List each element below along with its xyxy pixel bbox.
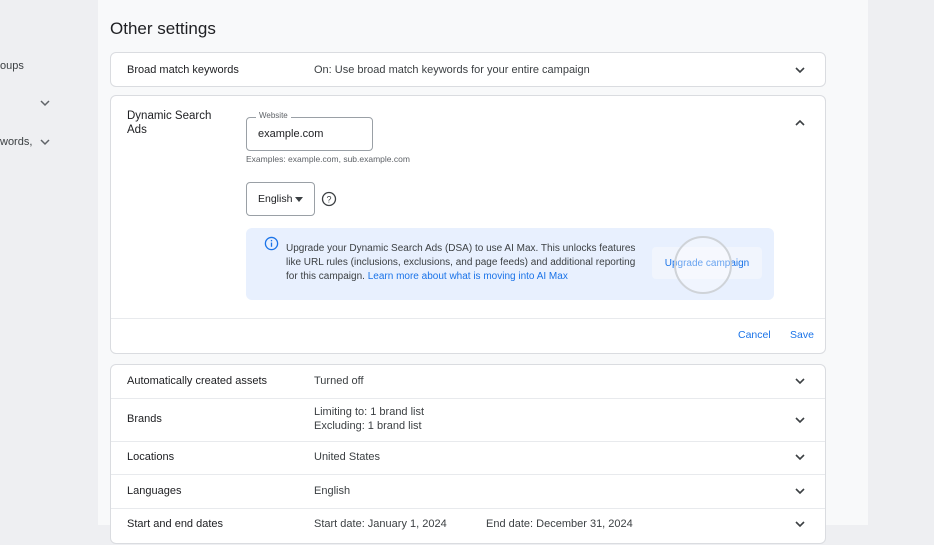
chevron-down-icon[interactable] <box>793 517 807 531</box>
broad-match-label: Broad match keywords <box>127 64 239 76</box>
dates-label: Start and end dates <box>127 518 224 530</box>
locations-row[interactable]: Locations United States <box>111 442 825 475</box>
start-date-value: Start date: January 1, 2024 <box>314 518 447 530</box>
language-select[interactable]: English <box>246 182 315 216</box>
chevron-down-icon[interactable] <box>39 97 51 109</box>
dates-row[interactable]: Start and end dates Start date: January … <box>111 509 825 545</box>
chevron-down-icon[interactable] <box>39 136 51 148</box>
left-navigation: oups words, <box>0 0 70 525</box>
chevron-down-icon[interactable] <box>793 63 807 77</box>
info-icon <box>264 236 279 251</box>
dropdown-arrow-icon <box>295 197 303 202</box>
chevron-up-icon[interactable] <box>793 116 807 130</box>
chevron-down-icon[interactable] <box>793 484 807 498</box>
nav-item-keywords[interactable]: words, <box>0 136 32 148</box>
click-ripple <box>674 236 732 294</box>
brands-label: Brands <box>127 413 162 425</box>
broad-match-value: On: Use broad match keywords for your en… <box>314 64 590 76</box>
end-date-value: End date: December 31, 2024 <box>486 518 633 530</box>
locations-label: Locations <box>127 451 175 463</box>
languages-label: Languages <box>127 485 182 497</box>
ai-max-upgrade-banner: Upgrade your Dynamic Search Ads (DSA) to… <box>246 228 774 300</box>
languages-row[interactable]: Languages English <box>111 475 825 508</box>
cancel-button[interactable]: Cancel <box>738 329 771 341</box>
auto-assets-row[interactable]: Automatically created assets Turned off <box>111 365 825 398</box>
divider <box>111 318 825 319</box>
learn-more-link[interactable]: Learn more about what is moving into AI … <box>368 271 568 282</box>
brands-excluding: Excluding: 1 brand list <box>314 420 422 432</box>
website-label: Website <box>256 111 291 120</box>
help-icon[interactable]: ? <box>321 191 337 207</box>
dsa-card: Dynamic Search Ads Website example.com E… <box>110 95 826 354</box>
brands-limiting: Limiting to: 1 brand list <box>314 406 425 418</box>
settings-list: Automatically created assets Turned off … <box>110 364 826 544</box>
auto-assets-value: Turned off <box>314 375 364 387</box>
save-button[interactable]: Save <box>790 329 814 341</box>
dsa-label: Dynamic Search Ads <box>127 110 212 136</box>
brands-row[interactable]: Brands Limiting to: 1 brand list Excludi… <box>111 399 825 441</box>
nav-item-ad-groups[interactable]: oups <box>0 60 24 72</box>
chevron-down-icon[interactable] <box>793 450 807 464</box>
banner-message: Upgrade your Dynamic Search Ads (DSA) to… <box>286 242 646 284</box>
website-helper-text: Examples: example.com, sub.example.com <box>246 154 410 164</box>
svg-text:?: ? <box>326 194 331 204</box>
page-title: Other settings <box>110 19 216 38</box>
locations-value: United States <box>314 451 381 463</box>
website-input[interactable]: Website example.com <box>246 111 373 151</box>
auto-assets-label: Automatically created assets <box>127 375 268 387</box>
chevron-down-icon[interactable] <box>793 374 807 388</box>
chevron-down-icon[interactable] <box>793 413 807 427</box>
broad-match-row[interactable]: Broad match keywords On: Use broad match… <box>110 52 826 87</box>
language-select-value: English <box>258 193 293 205</box>
languages-value: English <box>314 485 351 497</box>
website-value[interactable]: example.com <box>258 128 323 140</box>
